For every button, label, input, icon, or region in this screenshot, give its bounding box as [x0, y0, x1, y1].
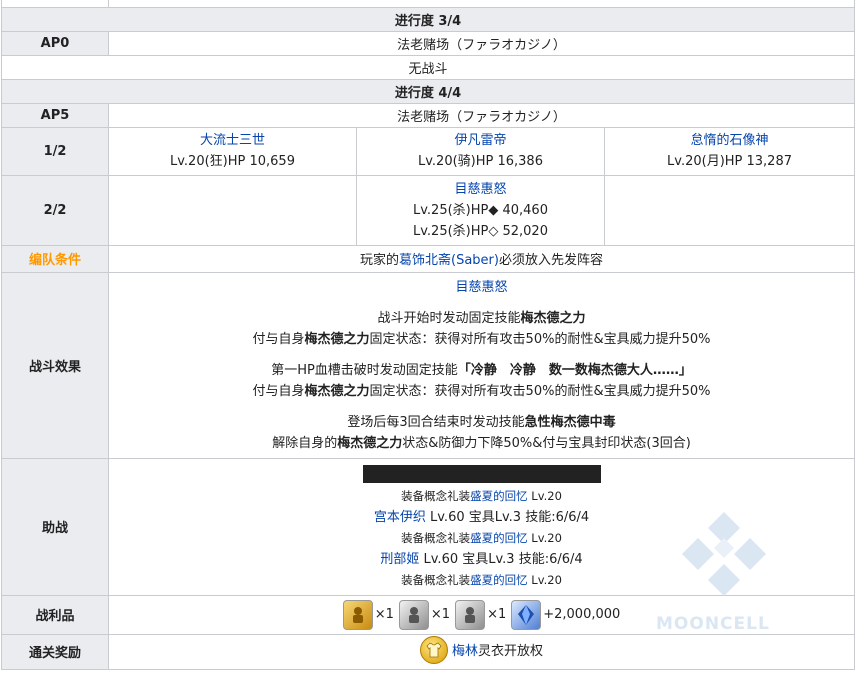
- clear-reward-cell: 梅林灵衣开放权: [107, 633, 855, 670]
- ce-link[interactable]: 盛夏的回忆: [470, 573, 528, 587]
- loot-qty: ×1: [487, 607, 507, 622]
- effect-2-detail: 付与自身梅杰德之力固定状态：获得对所有攻击50%的耐性&宝具威力提升50%: [252, 383, 711, 399]
- no-battle-text: 无战斗: [0, 54, 855, 80]
- formation-text: 玩家的葛饰北斋(Saber)必须放入先发阵容: [107, 244, 855, 273]
- enemy-name-link[interactable]: 大流士三世: [109, 130, 356, 151]
- enemy-name-link[interactable]: 伊凡雷帝: [357, 130, 604, 151]
- support-cell: 装备概念礼装盛夏的回忆 Lv.20 宫本伊织 Lv.60 宝具Lv.3 技能:6…: [107, 457, 855, 596]
- wave-label-2: 2/2: [1, 174, 109, 246]
- support-servant-2: 刑部姬 Lv.60 宝具Lv.3 技能:6/6/4: [380, 551, 583, 567]
- loot-qty: ×1: [374, 607, 394, 622]
- gold-statue-icon[interactable]: [342, 599, 373, 630]
- enemy-cell: 伊凡雷帝 Lv.20(骑)HP 16,386: [356, 126, 605, 176]
- battle-effects-cell: 目慈惠怒 战斗开始时发动固定技能梅杰德之力 付与自身梅杰德之力固定状态：获得对所…: [107, 271, 855, 459]
- ce-line-1: 装备概念礼装盛夏的回忆 Lv.20: [401, 488, 562, 503]
- redacted-bar: [362, 464, 601, 483]
- effects-enemy-link[interactable]: 目慈惠怒: [109, 277, 854, 298]
- progress-header-4: 进行度 4/4: [0, 78, 855, 104]
- enemy-stats: Lv.20(狂)HP 10,659: [170, 154, 295, 169]
- enemy-stats: Lv.20(月)HP 13,287: [667, 154, 792, 169]
- progress-header-3: 进行度 3/4: [0, 6, 855, 32]
- silver-statue-icon[interactable]: [455, 599, 486, 630]
- ce-line-3: 装备概念礼装盛夏的回忆 Lv.20: [401, 572, 562, 587]
- enemy-stats: Lv.20(骑)HP 16,386: [418, 154, 543, 169]
- loot-cell: ×1 ×1 ×1 +2,000,000: [107, 594, 855, 635]
- boss-cell: 目慈惠怒 Lv.25(杀)HP◆ 40,460 Lv.25(杀)HP◇ 52,0…: [356, 174, 605, 246]
- qp-amount: +2,000,000: [543, 607, 621, 622]
- empty-cell: [108, 174, 357, 246]
- servant-link[interactable]: 刑部姬: [380, 552, 419, 567]
- loot-items: ×1 ×1 ×1 +2,000,000: [109, 597, 854, 633]
- ce-link[interactable]: 盛夏的回忆: [470, 489, 528, 503]
- effect-1: 战斗开始时发动固定技能梅杰德之力: [377, 310, 586, 326]
- top-partial-row: [1, 0, 855, 8]
- effect-3-detail: 解除自身的梅杰德之力状态&防御力下降50%&付与宝具封印状态(3回合): [272, 435, 691, 451]
- empty-cell: [603, 174, 855, 246]
- effect-2: 第一HP血槽击破时发动固定技能「冷静 冷静 数一数梅杰德大人……」: [271, 362, 692, 378]
- ap-label-4: AP5: [1, 102, 109, 128]
- support-label: 助战: [1, 457, 109, 596]
- ce-link[interactable]: 盛夏的回忆: [470, 531, 528, 545]
- formation-label: 编队条件: [1, 244, 109, 273]
- battle-effects-label: 战斗效果: [1, 271, 109, 459]
- clear-reward-label: 通关奖励: [1, 633, 109, 670]
- quest-page: 进行度 3/4 AP0 法老赌场（ファラオカジノ） 无战斗 进行度 4/4 AP…: [0, 0, 855, 686]
- ce-line-2: 装备概念礼装盛夏的回忆 Lv.20: [401, 530, 562, 545]
- silver-statue-icon[interactable]: [398, 599, 429, 630]
- effect-3: 登场后每3回合结束时发动技能急性梅杰德中毒: [347, 414, 616, 430]
- boss-name-link[interactable]: 目慈惠怒: [357, 179, 604, 200]
- enemy-cell: 怠惰的石像神 Lv.20(月)HP 13,287: [603, 126, 855, 176]
- merlin-link[interactable]: 梅林: [452, 644, 478, 659]
- enemy-cell: 大流士三世 Lv.20(狂)HP 10,659: [108, 126, 357, 176]
- loot-label: 战利品: [1, 594, 109, 635]
- boss-stats-1: Lv.25(杀)HP◆ 40,460: [413, 202, 548, 218]
- boss-stats-2: Lv.25(杀)HP◇ 52,020: [413, 223, 548, 239]
- qp-crystal-icon[interactable]: [511, 599, 542, 630]
- loot-qty: ×1: [430, 607, 451, 622]
- support-servant-1: 宫本伊织 Lv.60 宝具Lv.3 技能:6/6/4: [373, 509, 590, 525]
- location-3: 法老赌场（ファラオカジノ）: [107, 30, 855, 56]
- wave-label-1: 1/2: [1, 126, 109, 176]
- enemy-name-link[interactable]: 怠惰的石像神: [605, 130, 854, 151]
- servant-link[interactable]: 宫本伊织: [374, 510, 426, 525]
- effect-1-detail: 付与自身梅杰德之力固定状态：获得对所有攻击50%的耐性&宝具威力提升50%: [252, 331, 711, 347]
- location-4: 法老赌场（ファラオカジノ）: [107, 102, 855, 128]
- ap-label-3: AP0: [1, 30, 109, 56]
- servant-link[interactable]: 葛饰北斋(Saber): [399, 253, 499, 268]
- quest-table: 进行度 3/4 AP0 法老赌场（ファラオカジノ） 无战斗 进行度 4/4 AP…: [0, 0, 855, 670]
- shirt-icon[interactable]: [419, 635, 448, 664]
- clear-reward: 梅林灵衣开放权: [419, 635, 543, 664]
